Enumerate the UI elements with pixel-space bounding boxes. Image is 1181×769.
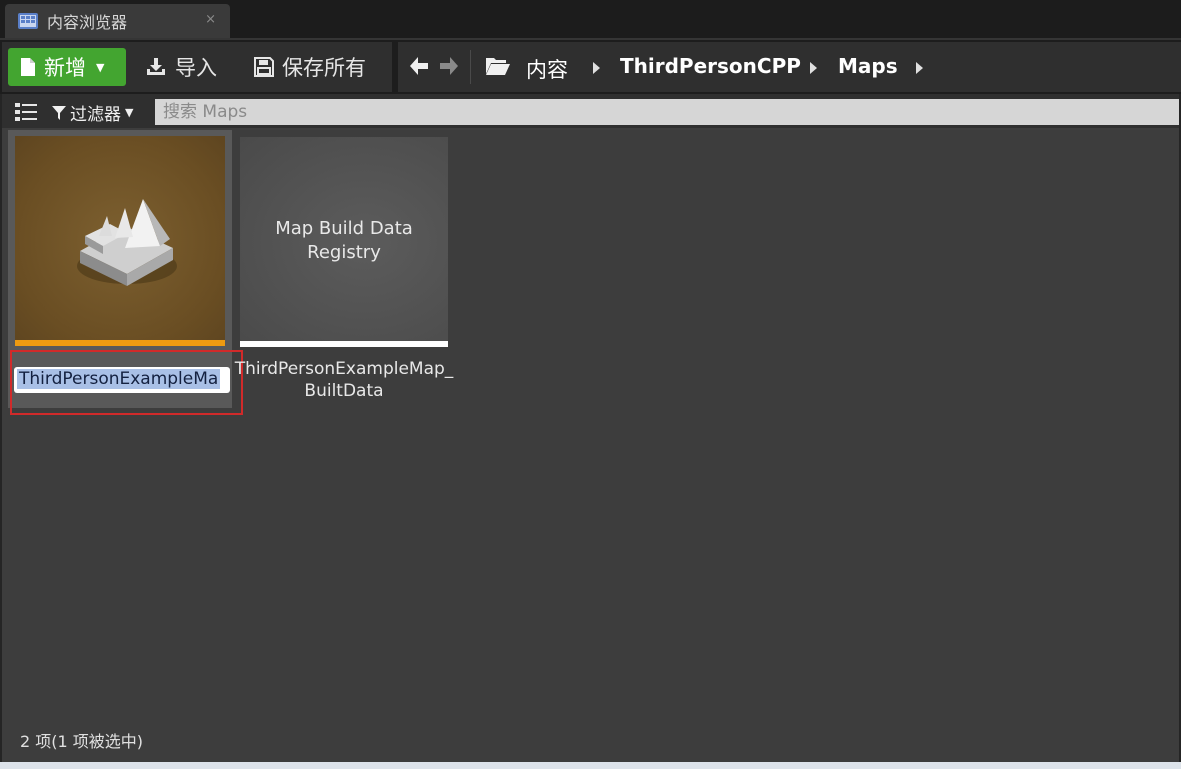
breadcrumb-item-maps[interactable]: Maps [838, 54, 898, 78]
breadcrumb-separator-icon[interactable] [916, 62, 923, 74]
sources-panel-toggle-icon[interactable] [13, 101, 39, 123]
selection-highlight [10, 350, 243, 415]
status-text: 2 项(1 项被选中) [20, 732, 144, 751]
asset-name[interactable]: ThirdPersonExampleMap_ BuiltData [232, 358, 456, 402]
breadcrumb-separator-icon[interactable] [810, 62, 817, 74]
breadcrumb-item-content[interactable]: 内容 [526, 54, 568, 84]
save-icon [254, 57, 274, 77]
toolbar: 新增 ▼ 导入 保存所有 内容 ThirdPersonCPP Maps [0, 38, 1181, 94]
tab-content-browser[interactable]: 内容浏览器 × [5, 4, 230, 38]
asset-type-bar [240, 341, 448, 347]
folder-open-icon[interactable] [485, 56, 511, 76]
asset-type-bar [15, 340, 225, 346]
save-all-button-label: 保存所有 [282, 56, 366, 80]
filter-bar: 过滤器 ▼ [2, 94, 1179, 128]
toolbar-actions: 新增 ▼ 导入 保存所有 [2, 42, 392, 92]
tab-label: 内容浏览器 [47, 13, 128, 32]
forward-arrow-icon[interactable] [438, 55, 460, 77]
chevron-down-icon: ▼ [96, 60, 105, 74]
filter-label: 过滤器 [70, 105, 121, 125]
import-button[interactable]: 导入 [145, 48, 217, 86]
map-thumbnail [15, 136, 225, 346]
import-icon [147, 58, 165, 75]
search-input[interactable] [155, 99, 1179, 125]
navigation-bar: 内容 ThirdPersonCPP Maps [398, 42, 1181, 92]
tab-close-button[interactable]: × [205, 12, 216, 27]
breadcrumb-separator-icon[interactable] [593, 62, 600, 74]
save-all-button[interactable]: 保存所有 [254, 48, 366, 86]
new-button[interactable]: 新增 ▼ [8, 48, 126, 86]
new-file-icon [21, 58, 35, 76]
filter-icon [52, 105, 66, 120]
filter-button[interactable]: 过滤器 ▼ [52, 100, 133, 125]
level-map-icon [77, 199, 177, 286]
divider [470, 50, 471, 84]
window-bottom-edge [0, 762, 1181, 769]
asset-thumbnail-label: Map Build Data Registry [275, 218, 413, 263]
content-browser-icon [18, 13, 38, 29]
new-button-label: 新增 [44, 56, 86, 80]
chevron-down-icon: ▼ [125, 106, 134, 119]
tab-strip: 内容浏览器 × [0, 0, 1181, 38]
import-button-label: 导入 [175, 56, 217, 80]
asset-tile-build-data[interactable]: Map Build Data Registry [240, 137, 448, 347]
back-arrow-icon[interactable] [408, 55, 430, 77]
breadcrumb-item-thirdpersoncpp[interactable]: ThirdPersonCPP [620, 54, 801, 78]
asset-view: 过滤器 ▼ ThirdPersonExampleMa M [0, 94, 1181, 762]
